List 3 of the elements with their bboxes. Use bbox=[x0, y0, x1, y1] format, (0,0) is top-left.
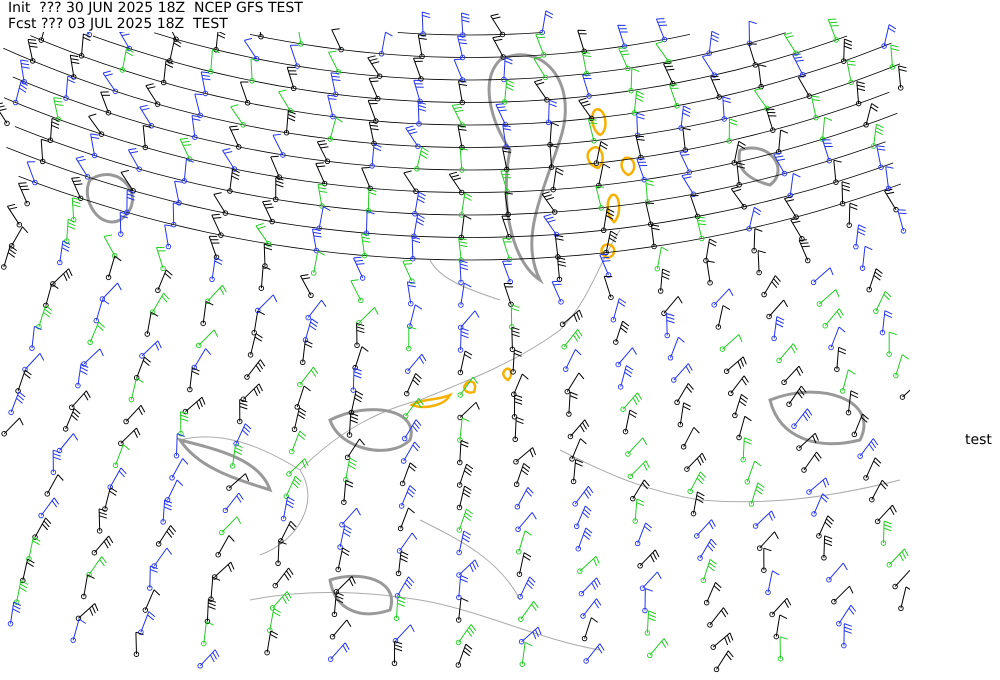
side-label: test bbox=[965, 432, 992, 448]
init-time-label: Init ??? 30 JUN 2025 18Z NCEP GFS TEST bbox=[8, 0, 303, 16]
forecast-time-label: Fcst ??? 03 JUL 2025 18Z TEST bbox=[8, 16, 229, 32]
